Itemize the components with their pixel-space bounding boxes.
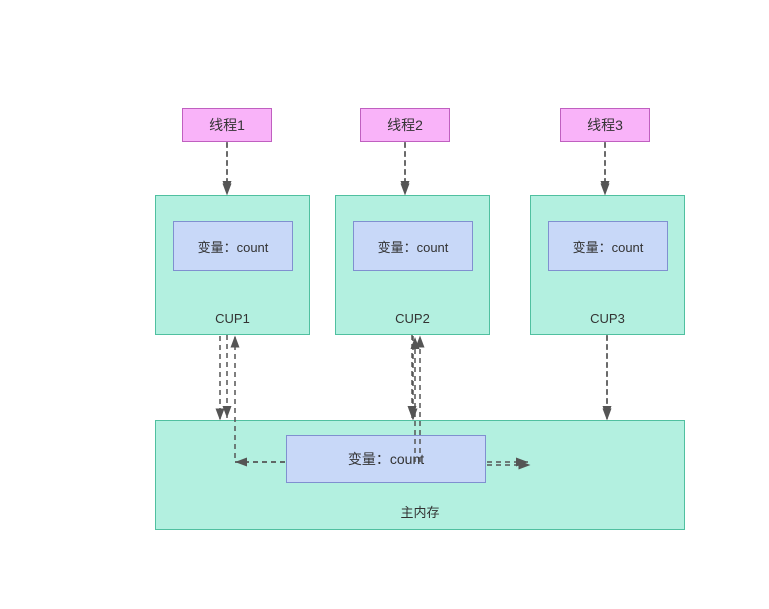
thread1-box: 线程1: [182, 108, 272, 142]
cpu2-var-label: 变量：count: [378, 237, 449, 256]
memory-label: 主内存: [156, 502, 684, 521]
memory-var-label: 变量：count: [348, 449, 424, 469]
memory-box: 变量：count 主内存: [155, 420, 685, 530]
thread2-label: 线程2: [387, 117, 423, 133]
diagram: 线程1 线程2 线程3 变量：count CUP1 变量：count CUP2 …: [0, 0, 769, 609]
cpu2-box: 变量：count CUP2: [335, 195, 490, 335]
cpu3-label: CUP3: [531, 311, 684, 326]
thread3-box: 线程3: [560, 108, 650, 142]
cpu3-var-box: 变量：count: [548, 221, 668, 271]
thread3-label: 线程3: [587, 117, 623, 133]
cpu1-var-label: 变量：count: [198, 237, 269, 256]
memory-var-box: 变量：count: [286, 435, 486, 483]
cpu3-var-label: 变量：count: [573, 237, 644, 256]
thread2-box: 线程2: [360, 108, 450, 142]
thread1-label: 线程1: [209, 117, 245, 133]
cpu2-label: CUP2: [336, 311, 489, 326]
cpu1-box: 变量：count CUP1: [155, 195, 310, 335]
cpu1-var-box: 变量：count: [173, 221, 293, 271]
cpu2-var-box: 变量：count: [353, 221, 473, 271]
cpu3-box: 变量：count CUP3: [530, 195, 685, 335]
cpu1-label: CUP1: [156, 311, 309, 326]
